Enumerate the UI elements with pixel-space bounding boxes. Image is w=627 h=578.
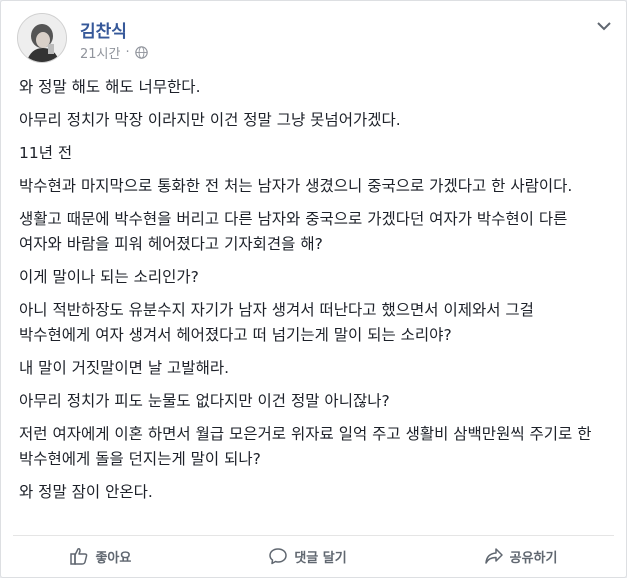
post-header: 김찬식 21시간 ·	[17, 11, 617, 67]
author-name[interactable]: 김찬식	[80, 17, 127, 42]
chevron-down-icon[interactable]	[595, 19, 613, 33]
avatar-photo-icon	[18, 14, 66, 62]
post-paragraph: 내 말이 거짓말이면 날 고발해라.	[19, 359, 230, 377]
post-paragraph: 와 정말 해도 해도 너무한다.	[19, 78, 201, 96]
post-paragraph: 와 정말 잠이 안온다.	[19, 483, 153, 501]
post-timestamp[interactable]: 21시간	[80, 43, 120, 62]
like-label: 좋아요	[95, 550, 132, 566]
comment-bubble-icon	[269, 548, 288, 565]
post-paragraph: 아니 적반하장도 유분수지 자기가 남자 생겨서 떠난다고 했으면서 이제와서 …	[19, 301, 534, 344]
facebook-post-card: 김찬식 21시간 · 와 정말 해도 해도 너무한다. 아무리 정치가 막장 이…	[0, 0, 627, 578]
post-body: 와 정말 해도 해도 너무한다. 아무리 정치가 막장 이라지만 이건 정말 그…	[19, 75, 609, 513]
post-paragraph: 저런 여자에게 이혼 하면서 월급 모은거로 위자료 일억 주고 생활비 삼백만…	[19, 425, 592, 468]
share-button[interactable]: 공유하기	[474, 540, 568, 572]
post-paragraph: 아무리 정치가 막장 이라지만 이건 정말 그냥 못넘어가겠다.	[19, 111, 401, 129]
meta-separator: ·	[125, 45, 130, 60]
thumbs-up-icon	[70, 548, 88, 565]
post-paragraph: 아무리 정치가 피도 눈물도 없다지만 이건 정말 아니잖나?	[19, 392, 390, 410]
post-paragraph: 이게 말이나 되는 소리인가?	[19, 268, 199, 286]
post-meta: 21시간 ·	[80, 43, 148, 62]
post-paragraph: 11년 전	[19, 144, 73, 162]
post-actions: 좋아요 댓글 달기 공유하기	[1, 536, 626, 576]
comment-label: 댓글 달기	[294, 550, 347, 566]
post-paragraph: 생활고 때문에 박수현을 버리고 다른 남자와 중국으로 가겠다던 여자가 박수…	[19, 210, 568, 253]
share-label: 공유하기	[509, 550, 558, 566]
globe-icon[interactable]	[134, 46, 148, 59]
post-paragraph: 박수현과 마지막으로 통화한 전 처는 남자가 생겼으니 중국으로 가겠다고 한…	[19, 177, 573, 195]
comment-button[interactable]: 댓글 달기	[258, 540, 356, 572]
like-button[interactable]: 좋아요	[59, 540, 141, 572]
share-arrow-icon	[484, 548, 503, 564]
avatar[interactable]	[17, 13, 67, 63]
